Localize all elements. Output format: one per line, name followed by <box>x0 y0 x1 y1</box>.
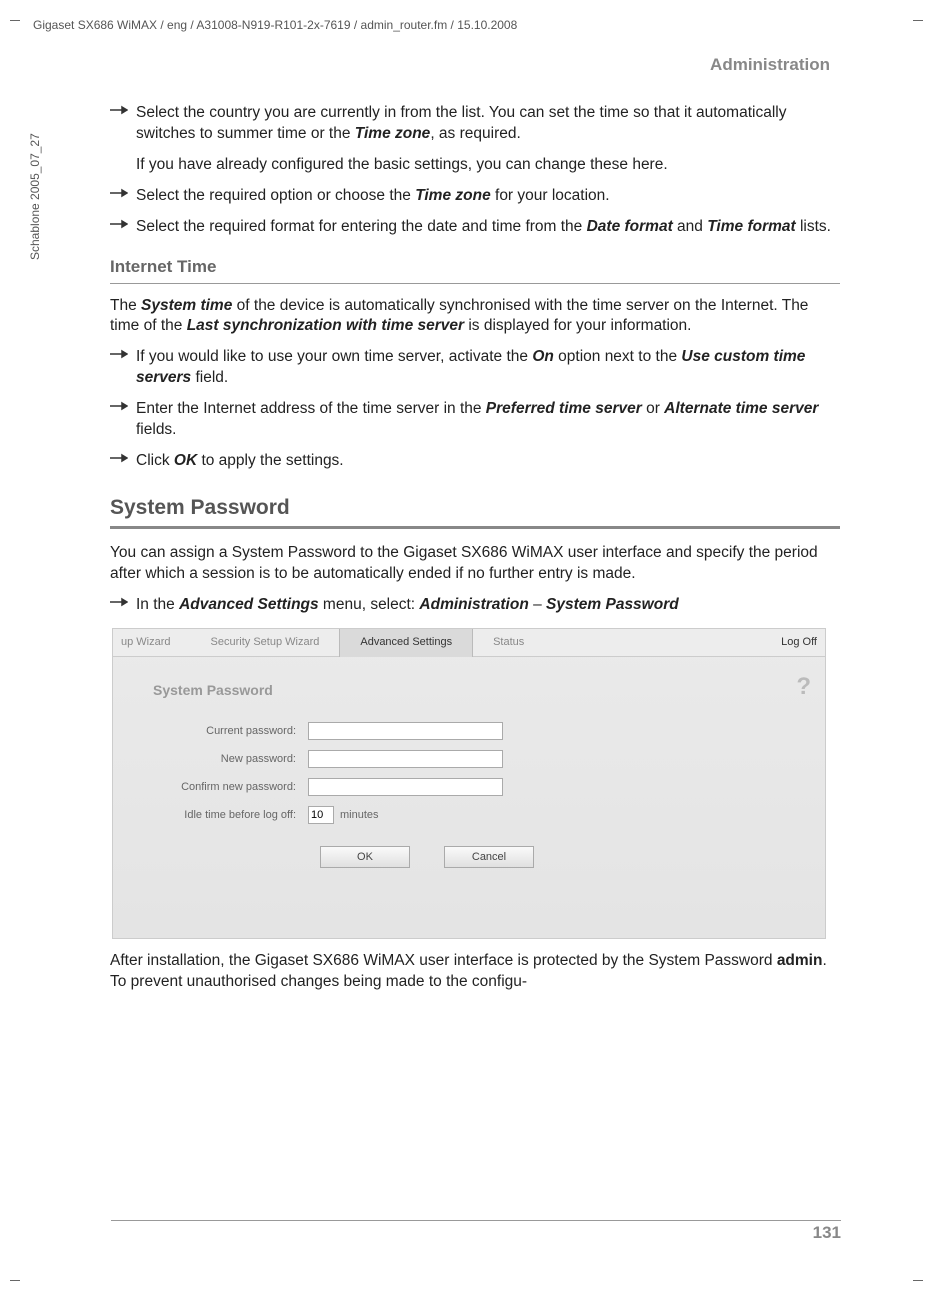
arrow-icon <box>110 451 136 472</box>
arrow-icon <box>110 399 136 441</box>
text: Select the required format for entering … <box>136 218 587 235</box>
text: and <box>673 218 707 235</box>
term: Time format <box>707 218 795 235</box>
term: Preferred time server <box>486 400 642 417</box>
document-path-header: Gigaset SX686 WiMAX / eng / A31008-N919-… <box>33 18 517 32</box>
idle-time-unit: minutes <box>340 808 379 823</box>
term: Time zone <box>355 125 431 142</box>
text: – <box>529 596 546 613</box>
subsection-heading: Internet Time <box>110 256 840 279</box>
term: Administration <box>419 596 528 613</box>
crop-mark <box>913 1280 923 1281</box>
arrow-icon <box>110 595 136 616</box>
panel-title: System Password <box>153 681 805 700</box>
instruction-step: If you would like to use your own time s… <box>110 347 840 389</box>
term: System Password <box>546 596 679 613</box>
text: to apply the settings. <box>197 452 343 469</box>
text: fields. <box>136 421 177 438</box>
label-new-password: New password: <box>133 752 308 767</box>
text: Enter the Internet address of the time s… <box>136 400 486 417</box>
term: Date format <box>587 218 673 235</box>
paragraph: You can assign a System Password to the … <box>110 543 840 585</box>
term: Advanced Settings <box>179 596 319 613</box>
instruction-text: Select the required option or choose the… <box>136 186 840 207</box>
text: or <box>642 400 664 417</box>
divider <box>110 283 840 284</box>
term: Alternate time server <box>664 400 818 417</box>
paragraph: After installation, the Gigaset SX686 Wi… <box>110 951 840 993</box>
idle-time-field[interactable] <box>308 806 334 824</box>
tab-advanced-settings[interactable]: Advanced Settings <box>339 629 473 657</box>
logoff-link[interactable]: Log Off <box>781 635 817 650</box>
instruction-step: Enter the Internet address of the time s… <box>110 399 840 441</box>
instruction-text: Click OK to apply the settings. <box>136 451 840 472</box>
page-number: 131 <box>813 1223 841 1243</box>
tab-bar: up Wizard Security Setup Wizard Advanced… <box>113 629 825 657</box>
label-confirm-password: Confirm new password: <box>133 780 308 795</box>
crop-mark <box>913 20 923 21</box>
text: menu, select: <box>319 596 420 613</box>
term: OK <box>174 452 197 469</box>
instruction-step: In the Advanced Settings menu, select: A… <box>110 595 840 616</box>
text: field. <box>191 369 228 386</box>
label-current-password: Current password: <box>133 724 308 739</box>
term: admin <box>777 952 823 969</box>
section-heading: System Password <box>110 494 840 522</box>
arrow-icon <box>110 217 136 238</box>
tab-status[interactable]: Status <box>473 629 544 657</box>
text: The <box>110 297 141 314</box>
page-section-title: Administration <box>110 55 840 75</box>
instruction-step: Select the required format for entering … <box>110 217 840 238</box>
note-paragraph: If you have already configured the basic… <box>136 155 840 176</box>
template-version-sidebar: Schablone 2005_07_27 <box>28 133 42 260</box>
text: Click <box>136 452 174 469</box>
term: System time <box>141 297 232 314</box>
text: lists. <box>796 218 831 235</box>
instruction-step: Click OK to apply the settings. <box>110 451 840 472</box>
term: Time zone <box>415 187 491 204</box>
text: In the <box>136 596 179 613</box>
term: On <box>532 348 554 365</box>
crop-mark <box>10 20 20 21</box>
instruction-step: Select the required option or choose the… <box>110 186 840 207</box>
divider <box>110 526 840 529</box>
tab-security-wizard[interactable]: Security Setup Wizard <box>191 629 340 657</box>
text: for your location. <box>491 187 610 204</box>
text: option next to the <box>554 348 682 365</box>
arrow-icon <box>110 186 136 207</box>
confirm-password-field[interactable] <box>308 778 503 796</box>
instruction-text: Select the country you are currently in … <box>136 103 840 145</box>
paragraph: The System time of the device is automat… <box>110 296 840 338</box>
footer-rule <box>111 1220 841 1221</box>
text: After installation, the Gigaset SX686 Wi… <box>110 952 777 969</box>
arrow-icon <box>110 103 136 145</box>
help-icon[interactable]: ? <box>796 671 811 703</box>
ui-screenshot: up Wizard Security Setup Wizard Advanced… <box>112 628 826 939</box>
crop-mark <box>10 1280 20 1281</box>
instruction-text: Enter the Internet address of the time s… <box>136 399 840 441</box>
text: , as required. <box>430 125 520 142</box>
text: is displayed for your information. <box>464 317 691 334</box>
new-password-field[interactable] <box>308 750 503 768</box>
instruction-text: In the Advanced Settings menu, select: A… <box>136 595 840 616</box>
cancel-button[interactable]: Cancel <box>444 846 534 868</box>
term: Last synchronization with time server <box>187 317 464 334</box>
instruction-text: If you would like to use your own time s… <box>136 347 840 389</box>
text: If you would like to use your own time s… <box>136 348 532 365</box>
arrow-icon <box>110 347 136 389</box>
instruction-step: Select the country you are currently in … <box>110 103 840 145</box>
current-password-field[interactable] <box>308 722 503 740</box>
tab-setup-wizard[interactable]: up Wizard <box>113 629 191 657</box>
ok-button[interactable]: OK <box>320 846 410 868</box>
text: Select the required option or choose the <box>136 187 415 204</box>
instruction-text: Select the required format for entering … <box>136 217 840 238</box>
label-idle-time: Idle time before log off: <box>133 808 308 823</box>
